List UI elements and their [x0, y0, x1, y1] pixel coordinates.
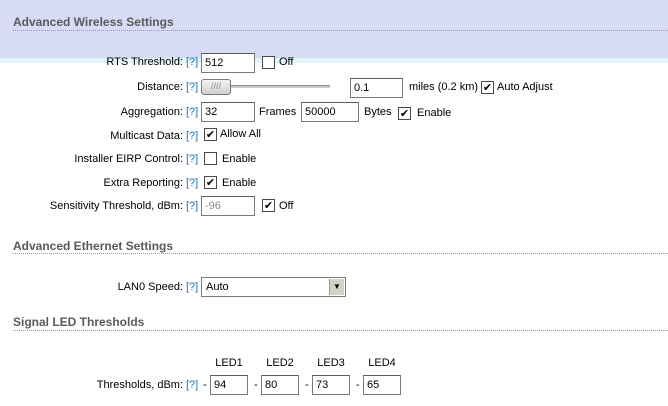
lan0-speed-value: Auto: [206, 281, 229, 293]
led2-input[interactable]: 80: [261, 375, 299, 395]
sensitivity-off-label: Off: [279, 200, 294, 212]
led1-minus: -: [203, 379, 207, 391]
led1-input[interactable]: 94: [210, 375, 248, 395]
sensitivity-help-link[interactable]: [?]: [186, 200, 198, 212]
multicast-allow-label: Allow All: [220, 128, 261, 140]
chevron-down-icon[interactable]: ▼: [329, 279, 344, 295]
section-title-led: Signal LED Thresholds: [13, 315, 145, 329]
rts-help-link[interactable]: [?]: [186, 56, 198, 68]
distance-help-link[interactable]: [?]: [186, 81, 198, 93]
led4-header: LED4: [368, 357, 396, 369]
distance-label: Distance:: [137, 81, 183, 93]
aggregation-bytes-label: Bytes: [364, 106, 392, 118]
led3-minus: -: [305, 379, 309, 391]
section-divider-wireless: [13, 30, 668, 31]
lan0-speed-select[interactable]: Auto ▼: [201, 277, 346, 297]
lan0-help-link[interactable]: [?]: [186, 281, 198, 293]
extra-reporting-help-link[interactable]: [?]: [186, 177, 198, 189]
thresholds-label: Thresholds, dBm:: [96, 379, 183, 391]
section-divider-led: [13, 330, 668, 331]
multicast-help-link[interactable]: [?]: [186, 130, 198, 142]
auto-adjust-label: Auto Adjust: [497, 81, 553, 93]
thresholds-help-link[interactable]: [?]: [186, 379, 198, 391]
distance-unit-text: miles (0.2 km): [409, 81, 479, 93]
sensitivity-label: Sensitivity Threshold, dBm:: [49, 200, 183, 212]
led1-header: LED1: [215, 357, 243, 369]
multicast-label: Multicast Data:: [110, 130, 183, 142]
aggregation-label: Aggregation:: [120, 106, 183, 118]
section-divider-ethernet: [13, 253, 668, 254]
led2-minus: -: [254, 379, 258, 391]
header-band: [0, 0, 668, 58]
aggregation-frames-input[interactable]: 32: [201, 102, 255, 122]
aggregation-help-link[interactable]: [?]: [186, 106, 198, 118]
lan0-speed-label: LAN0 Speed:: [117, 281, 183, 293]
extra-reporting-checkbox[interactable]: ✔: [204, 176, 217, 189]
distance-slider-thumb[interactable]: ////: [201, 79, 231, 95]
multicast-allow-checkbox[interactable]: ✔: [204, 128, 217, 141]
rts-threshold-input[interactable]: 512: [201, 53, 255, 73]
distance-input[interactable]: 0.1: [350, 78, 403, 98]
sensitivity-off-checkbox[interactable]: ✔: [262, 199, 275, 212]
rts-off-label: Off: [279, 56, 294, 68]
aggregation-frames-label: Frames: [259, 106, 297, 118]
led4-input[interactable]: 65: [363, 375, 401, 395]
sensitivity-input[interactable]: -96: [201, 196, 255, 216]
aggregation-bytes-input[interactable]: 50000: [301, 102, 359, 122]
extra-reporting-label: Extra Reporting:: [103, 177, 183, 189]
led3-input[interactable]: 73: [312, 375, 350, 395]
aggregation-enable-label: Enable: [417, 107, 452, 119]
extra-reporting-enable-label: Enable: [222, 177, 257, 189]
installer-eirp-label: Installer EIRP Control:: [74, 153, 183, 165]
aggregation-enable-checkbox[interactable]: ✔: [398, 107, 411, 120]
installer-eirp-checkbox[interactable]: [204, 152, 217, 165]
led3-header: LED3: [317, 357, 345, 369]
section-title-wireless: Advanced Wireless Settings: [13, 15, 174, 29]
section-title-ethernet: Advanced Ethernet Settings: [13, 239, 174, 253]
rts-off-checkbox[interactable]: [262, 56, 275, 69]
auto-adjust-checkbox[interactable]: ✔: [481, 81, 494, 94]
led4-minus: -: [356, 379, 360, 391]
rts-threshold-label: RTS Threshold:: [106, 56, 183, 68]
installer-eirp-enable-label: Enable: [222, 153, 257, 165]
installer-eirp-help-link[interactable]: [?]: [186, 153, 198, 165]
led2-header: LED2: [266, 357, 294, 369]
